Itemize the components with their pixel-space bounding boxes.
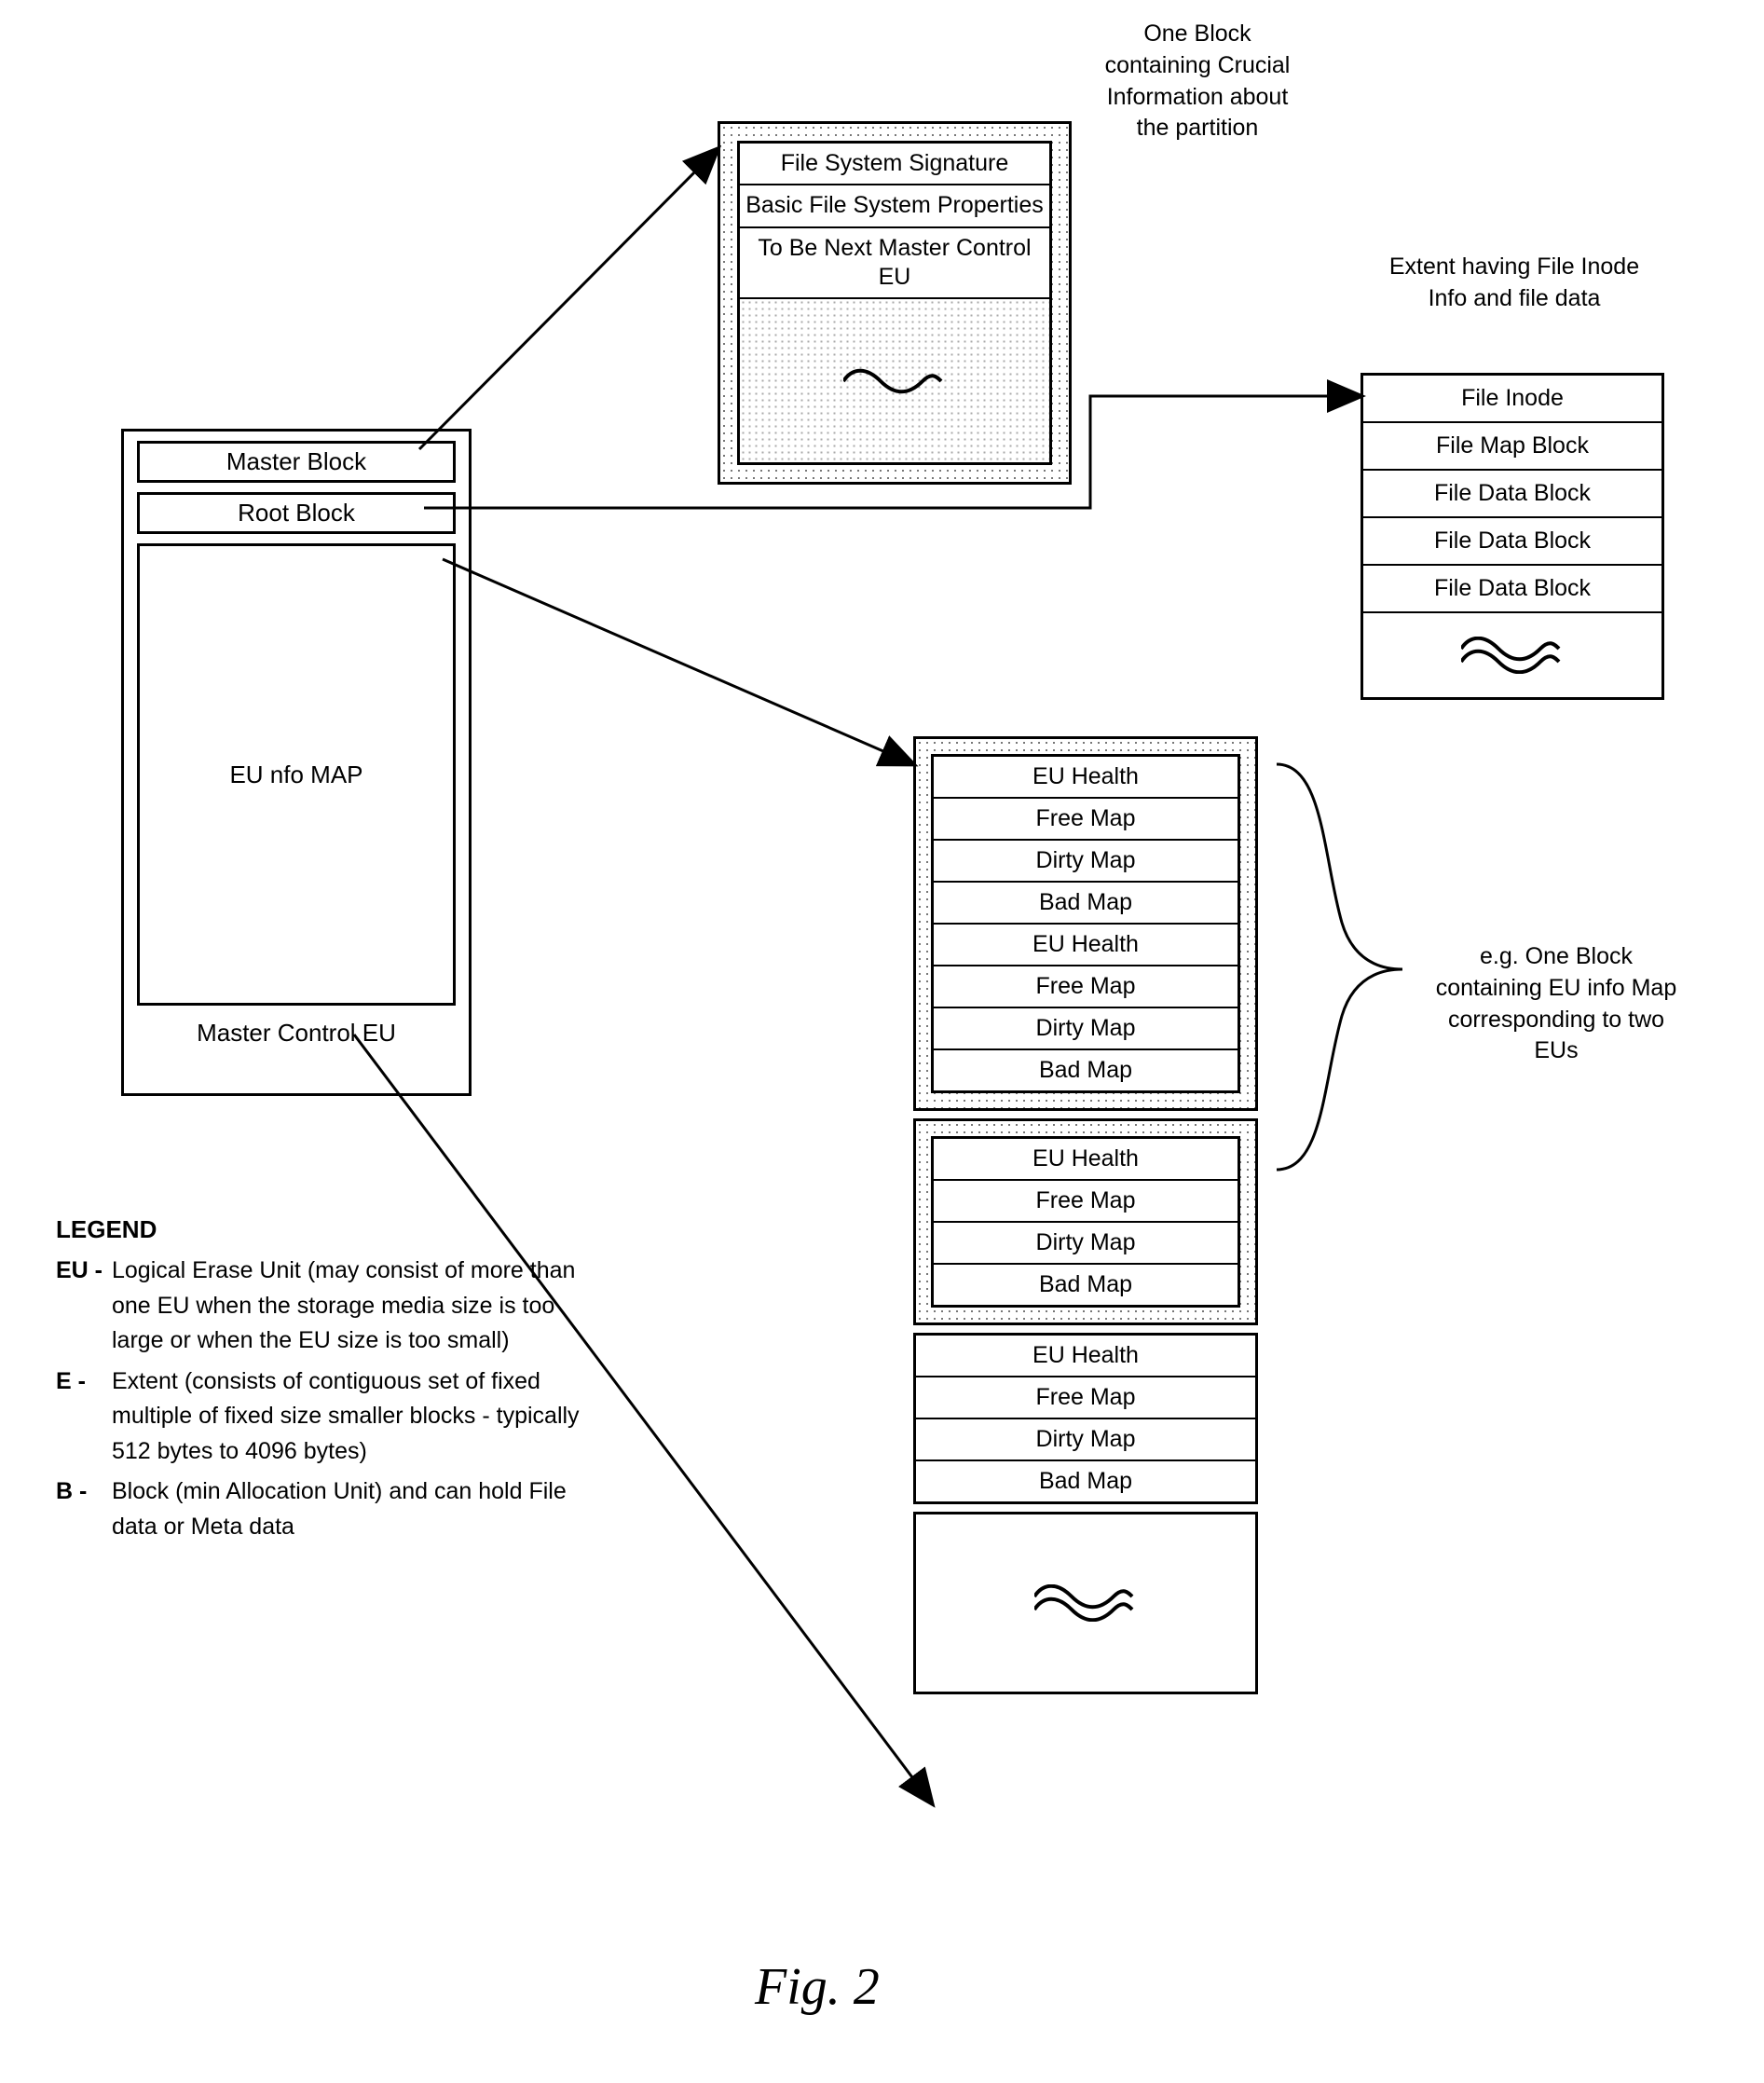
eu-info-map-annotation: e.g. One Block containing EU info Map co… (1426, 941, 1687, 1067)
eu-info-map-trailing (913, 1512, 1258, 1694)
extent-annotation: Extent having File Inode Info and file d… (1379, 252, 1649, 315)
eu-info-map-block-inner: EU Health Free Map Dirty Map Bad Map EU … (931, 754, 1240, 1093)
eu-health-row: EU Health (916, 1336, 1255, 1377)
eu-health-row: EU Health (934, 757, 1238, 799)
extent-file-map-block: File Map Block (1363, 423, 1661, 471)
legend-box: LEGEND EU - Logical Erase Unit (may cons… (56, 1212, 634, 1544)
free-map-row: Free Map (934, 1181, 1238, 1223)
figure-caption: Fig. 2 (755, 1957, 880, 2017)
legend-key: EU - (56, 1254, 112, 1289)
eu-health-row: EU Health (934, 1139, 1238, 1181)
mb-stipple-fill (740, 299, 1049, 462)
eu-info-map-block-stippled: EU Health Free Map Dirty Map Bad Map EU … (913, 736, 1258, 1111)
legend-item-eu: EU - Logical Erase Unit (may consist of … (56, 1254, 634, 1359)
master-block-annotation: One Block containing Crucial Information… (1090, 19, 1305, 144)
free-map-row: Free Map (934, 966, 1238, 1008)
legend-item-b: B - Block (min Allocation Unit) and can … (56, 1474, 634, 1544)
master-control-caption: Master Control EU (124, 1019, 469, 1048)
tilde-icon (843, 367, 946, 395)
bad-map-row: Bad Map (934, 1265, 1238, 1305)
bad-map-row: Bad Map (934, 1050, 1238, 1090)
eu-info-map-block-inner: EU Health Free Map Dirty Map Bad Map (931, 1136, 1240, 1308)
free-map-row: Free Map (916, 1377, 1255, 1419)
double-tilde-icon (1461, 637, 1564, 674)
master-block-row: Master Block (137, 441, 456, 483)
legend-text: Extent (consists of contiguous set of fi… (112, 1364, 596, 1470)
dirty-map-row: Dirty Map (934, 1008, 1238, 1050)
eu-nfo-map-label: EU nfo MAP (229, 761, 362, 789)
legend-text: Logical Erase Unit (may consist of more … (112, 1254, 596, 1359)
extent-file-data-block: File Data Block (1363, 566, 1661, 613)
legend-title: LEGEND (56, 1212, 634, 1248)
mb-next-master-control-eu: To Be Next Master Control EU (740, 228, 1049, 300)
master-block-detail-inner: File System Signature Basic File System … (737, 141, 1052, 465)
root-block-row: Root Block (137, 492, 456, 534)
bad-map-row: Bad Map (916, 1461, 1255, 1501)
extent-file-inode: File Inode (1363, 376, 1661, 423)
extent-trailing-fill (1363, 613, 1661, 697)
eu-info-map-block-stippled: EU Health Free Map Dirty Map Bad Map (913, 1118, 1258, 1325)
extent-box: File Inode File Map Block File Data Bloc… (1361, 373, 1664, 700)
dirty-map-row: Dirty Map (916, 1419, 1255, 1461)
extent-file-data-block: File Data Block (1363, 471, 1661, 518)
master-control-eu-box: Master Block Root Block EU nfo MAP Maste… (121, 429, 472, 1096)
dirty-map-row: Dirty Map (934, 1223, 1238, 1265)
eu-nfo-map-row: EU nfo MAP (137, 543, 456, 1006)
extent-file-data-block: File Data Block (1363, 518, 1661, 566)
dirty-map-row: Dirty Map (934, 841, 1238, 883)
mb-basic-fs-properties: Basic File System Properties (740, 185, 1049, 227)
legend-item-e: E - Extent (consists of contiguous set o… (56, 1364, 634, 1470)
legend-text: Block (min Allocation Unit) and can hold… (112, 1474, 596, 1544)
bad-map-row: Bad Map (934, 883, 1238, 925)
free-map-row: Free Map (934, 799, 1238, 841)
double-tilde-icon (1034, 1584, 1137, 1622)
eu-info-map-block-plain: EU Health Free Map Dirty Map Bad Map (913, 1333, 1258, 1504)
legend-key: B - (56, 1474, 112, 1510)
mb-file-system-signature: File System Signature (740, 144, 1049, 185)
legend-key: E - (56, 1364, 112, 1400)
eu-info-map-column: EU Health Free Map Dirty Map Bad Map EU … (913, 736, 1258, 1694)
master-block-detail-box: File System Signature Basic File System … (718, 121, 1072, 485)
eu-health-row: EU Health (934, 925, 1238, 966)
